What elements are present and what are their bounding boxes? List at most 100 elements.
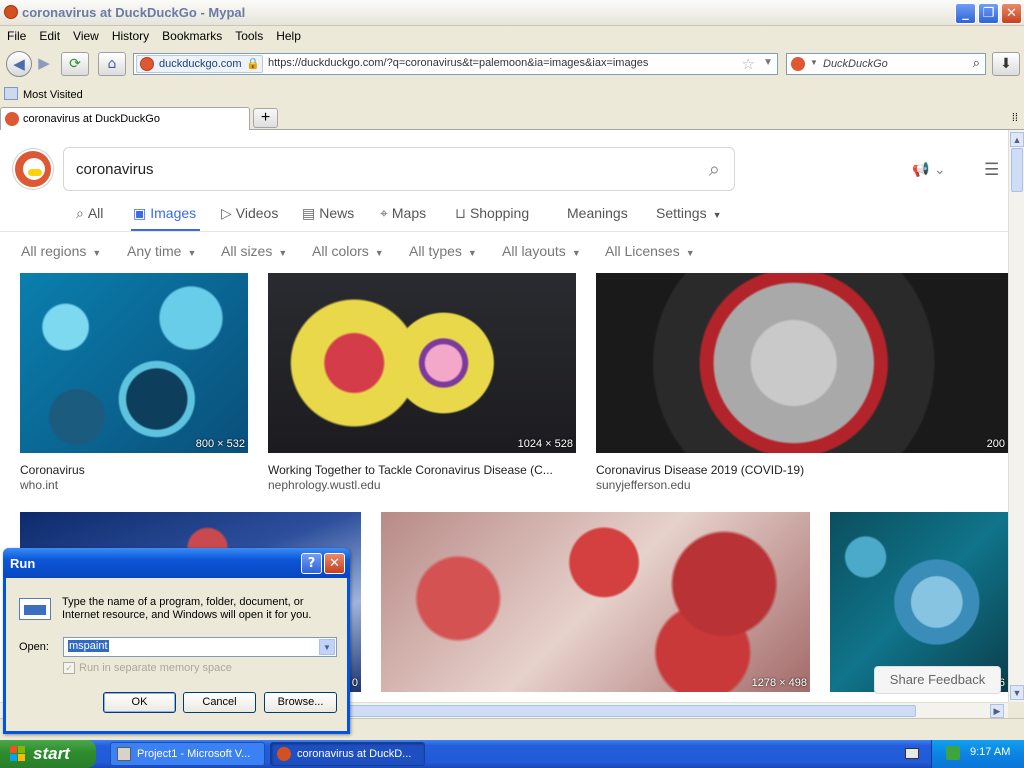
ddg-engine-icon[interactable]: [791, 57, 805, 71]
combo-dropdown-icon[interactable]: ▼: [319, 639, 335, 655]
engine-dropdown-icon[interactable]: ▼: [810, 58, 818, 67]
restore-button[interactable]: ❐: [978, 3, 999, 24]
open-value[interactable]: mspaint: [68, 640, 109, 652]
tab-shopping-label: Shopping: [469, 205, 530, 221]
result-title-1[interactable]: Coronavirus: [20, 463, 248, 477]
url-text[interactable]: https://duckduckgo.com/?q=coronavirus&t=…: [268, 57, 648, 69]
chevron-down-icon: ▼: [467, 248, 477, 258]
filter-layouts[interactable]: All layouts ▼: [502, 243, 581, 259]
result-image-2[interactable]: 1024 × 528: [268, 273, 576, 453]
search-icon[interactable]: ⌕: [973, 56, 980, 71]
ddg-logo[interactable]: [13, 149, 53, 189]
mypal-logo-icon: [4, 5, 18, 19]
share-feedback-button[interactable]: Share Feedback: [874, 666, 1001, 694]
close-button[interactable]: ✕: [324, 553, 345, 574]
tab-videos[interactable]: ▷ Videos: [221, 205, 278, 222]
result-source-1[interactable]: who.int: [20, 478, 58, 492]
result-image-6[interactable]: 6: [830, 512, 1008, 692]
filter-colors[interactable]: All colors ▼: [312, 243, 384, 259]
bag-icon: ⊔: [455, 206, 466, 222]
tab-ddg[interactable]: coronavirus at DuckDuckGo: [0, 107, 250, 130]
chevron-down-icon: ▼: [712, 210, 722, 220]
clock[interactable]: 9:17 AM: [970, 746, 1010, 758]
filter-label: All layouts: [502, 243, 566, 259]
ok-button[interactable]: OK: [103, 692, 176, 713]
result-image-3[interactable]: 200: [596, 273, 1008, 453]
close-button[interactable]: ✕: [1001, 3, 1022, 24]
back-button[interactable]: ◀: [6, 51, 32, 77]
menu-view[interactable]: View: [66, 26, 105, 43]
tab-shopping[interactable]: ⊔ Shopping: [455, 205, 529, 222]
tab-maps[interactable]: ⌖ Maps: [380, 205, 426, 222]
tab-strip: coronavirus at DuckDuckGo + ⁞⁞: [0, 106, 1024, 130]
reload-button[interactable]: ⟳: [61, 52, 89, 76]
taskbar-item-browser[interactable]: coronavirus at DuckD...: [270, 742, 425, 766]
result-image-5[interactable]: 1278 × 498: [381, 512, 810, 692]
separate-memory-checkbox[interactable]: ✓: [63, 662, 75, 674]
navigation-toolbar: ◀ ▶ ⟳ ⌂ duckduckgo.com 🔒 https://duckduc…: [0, 46, 1024, 82]
result-title-2[interactable]: Working Together to Tackle Coronavirus D…: [268, 463, 578, 477]
search-bar[interactable]: ▼ DuckDuckGo ⌕: [786, 53, 986, 75]
chevron-down-icon: ▼: [685, 248, 695, 258]
tab-settings[interactable]: Settings ▼: [656, 205, 722, 221]
image-dimensions: 0: [351, 677, 358, 689]
open-input[interactable]: mspaint ▼: [63, 637, 337, 657]
megaphone-icon[interactable]: 📢 ⌄: [912, 162, 946, 178]
tab-images[interactable]: ▣ Images: [133, 205, 196, 222]
site-identity[interactable]: duckduckgo.com: [136, 55, 263, 73]
tab-all[interactable]: ⌕ All: [76, 205, 103, 222]
tab-list-icon[interactable]: ⁞⁞: [1012, 112, 1018, 124]
taskbar-item-project1[interactable]: Project1 - Microsoft V...: [110, 742, 265, 766]
result-image-1[interactable]: 800 × 532: [20, 273, 248, 453]
filter-types[interactable]: All types ▼: [409, 243, 477, 259]
most-visited-link[interactable]: Most Visited: [23, 89, 83, 101]
start-button[interactable]: start: [0, 740, 96, 768]
filter-label: All Licenses: [605, 243, 680, 259]
result-source-2[interactable]: nephrology.wustl.edu: [268, 478, 381, 492]
cancel-button[interactable]: Cancel: [183, 692, 256, 713]
new-tab-button[interactable]: +: [253, 108, 278, 128]
menu-history[interactable]: History: [105, 26, 155, 43]
help-button[interactable]: ?: [301, 553, 322, 574]
forward-button[interactable]: ▶: [33, 51, 55, 77]
vb-app-icon: [117, 747, 131, 761]
menu-help[interactable]: Help: [269, 26, 307, 43]
url-dropdown-icon[interactable]: ▼: [763, 57, 773, 68]
home-button[interactable]: ⌂: [98, 52, 126, 76]
download-button[interactable]: ⬇: [992, 52, 1020, 76]
menu-edit[interactable]: Edit: [32, 26, 66, 43]
scroll-down-icon[interactable]: ▼: [1010, 685, 1024, 700]
result-source-3[interactable]: sunyjefferson.edu: [596, 478, 691, 492]
address-bar[interactable]: duckduckgo.com 🔒 https://duckduckgo.com/…: [133, 53, 778, 75]
menu-bookmarks[interactable]: Bookmarks: [155, 26, 228, 43]
filter-regions[interactable]: All regions ▼: [21, 243, 101, 259]
filter-sizes[interactable]: All sizes ▼: [221, 243, 287, 259]
run-description: Type the name of a program, folder, docu…: [62, 596, 312, 621]
tab-favicon-icon: [5, 112, 19, 126]
menu-icon[interactable]: ☰: [984, 160, 999, 180]
keyboard-layout-icon[interactable]: [905, 748, 919, 759]
filter-label: All sizes: [221, 243, 273, 259]
tab-news[interactable]: ▤ News: [302, 205, 354, 222]
scroll-up-icon[interactable]: ▲: [1010, 132, 1024, 147]
scroll-thumb[interactable]: [1011, 148, 1023, 192]
tab-settings-label: Settings: [656, 205, 707, 221]
result-title-3[interactable]: Coronavirus Disease 2019 (COVID-19): [596, 463, 1008, 477]
network-icon[interactable]: [946, 746, 960, 760]
ddg-favicon-icon: [140, 57, 154, 71]
search-placeholder[interactable]: DuckDuckGo: [823, 58, 888, 70]
query-text[interactable]: coronavirus: [76, 161, 154, 178]
menu-file[interactable]: File: [0, 26, 32, 43]
browse-button[interactable]: Browse...: [264, 692, 337, 713]
vertical-scrollbar[interactable]: ▲ ▼: [1008, 130, 1024, 702]
scroll-right-icon[interactable]: ▶: [990, 704, 1004, 718]
filter-licenses[interactable]: All Licenses ▼: [605, 243, 695, 259]
ddg-search-input[interactable]: coronavirus ⌕: [63, 147, 735, 191]
tab-meanings[interactable]: Meanings: [567, 205, 628, 221]
minimize-button[interactable]: _: [955, 3, 976, 24]
filter-time[interactable]: Any time ▼: [127, 243, 196, 259]
menu-tools[interactable]: Tools: [228, 26, 269, 43]
bookmark-star-icon[interactable]: ☆: [742, 55, 755, 73]
filter-label: All regions: [21, 243, 87, 259]
search-icon[interactable]: ⌕: [709, 157, 720, 181]
